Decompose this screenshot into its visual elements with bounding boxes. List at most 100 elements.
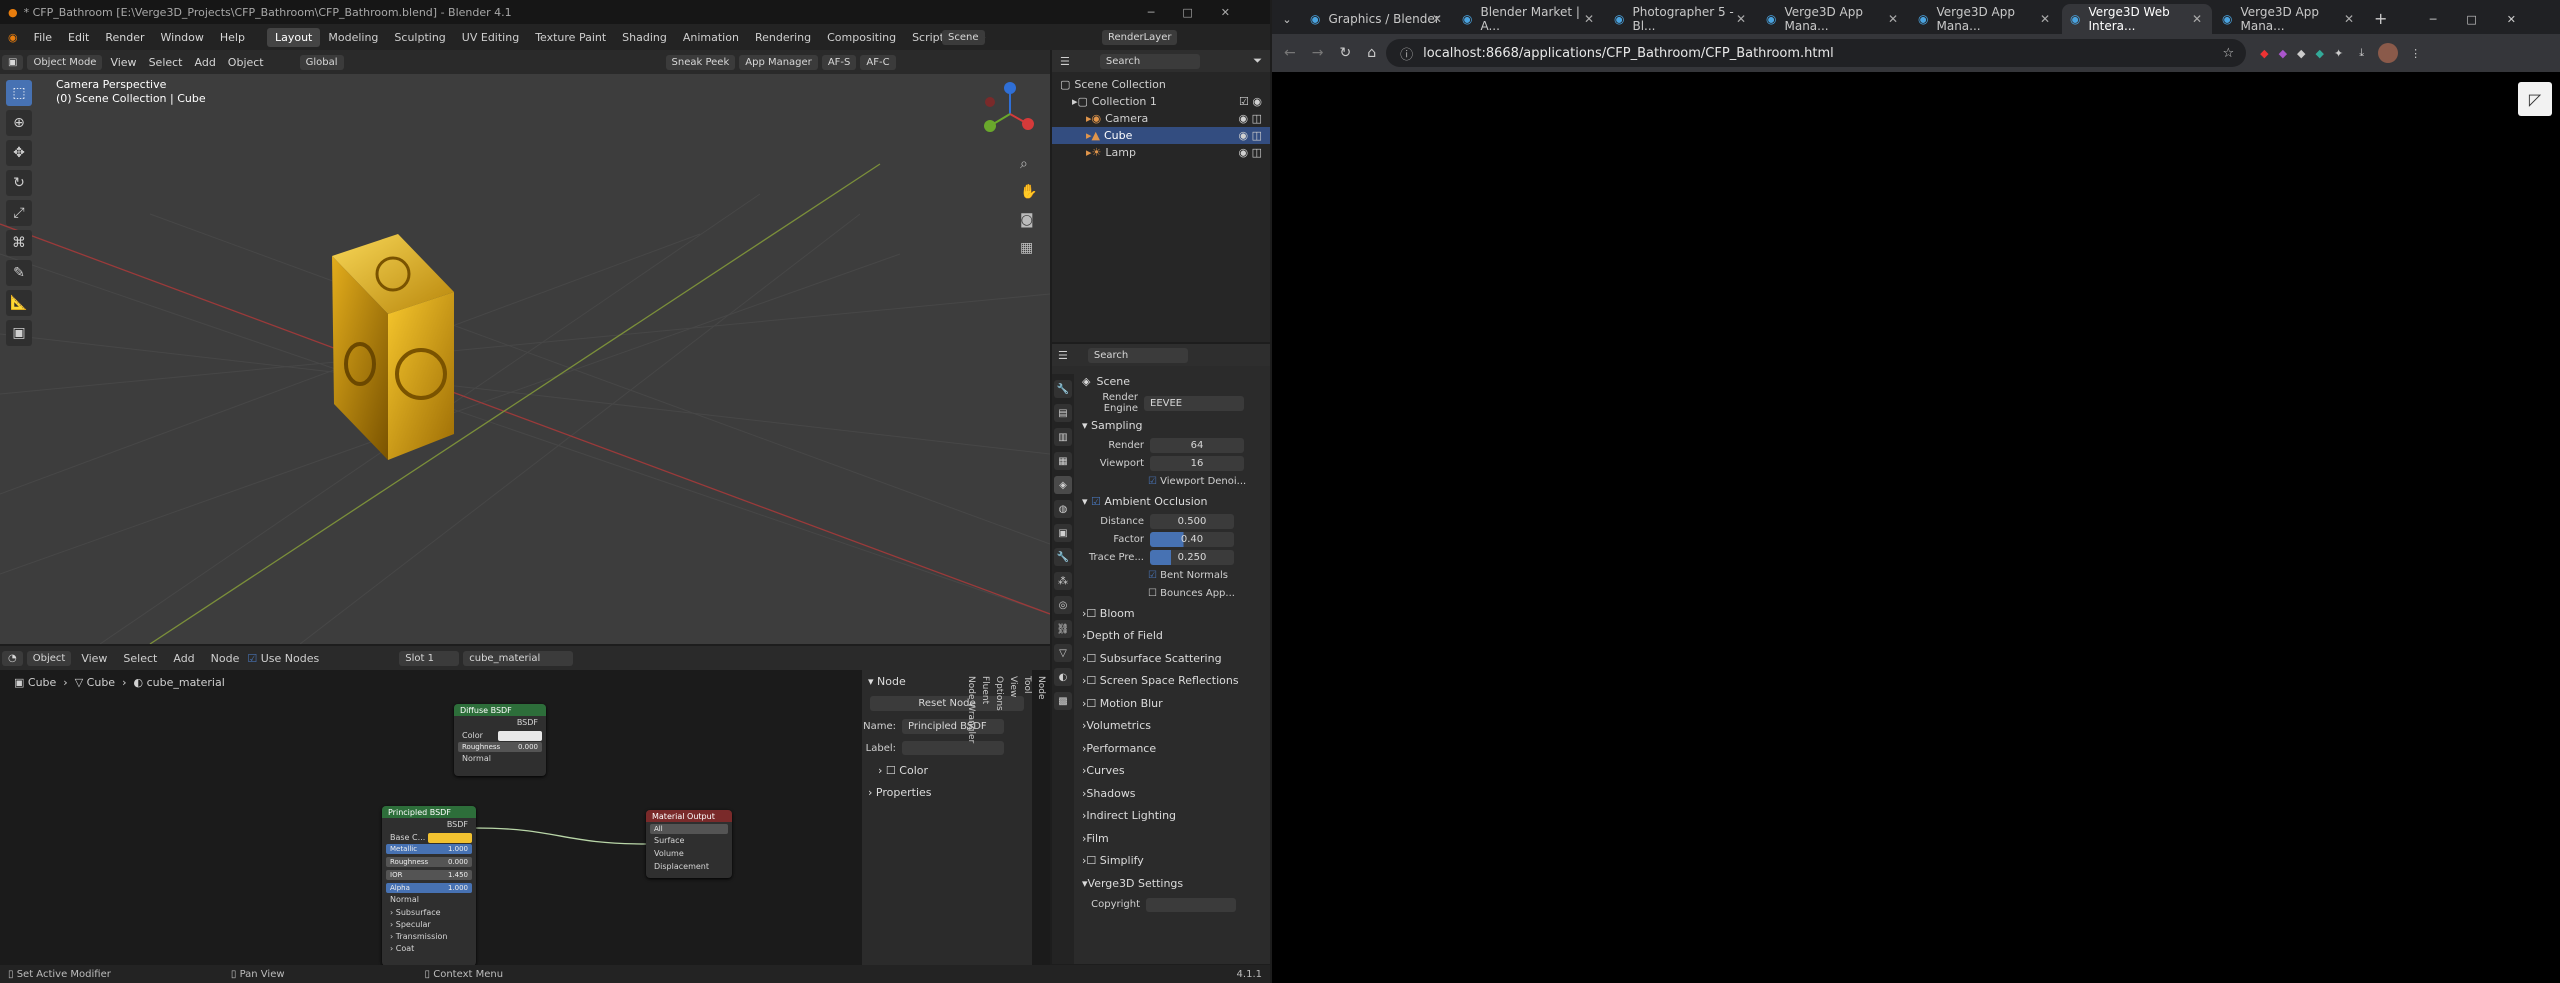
workspace-layout[interactable]: Layout bbox=[266, 27, 321, 47]
blender-menu-icon[interactable]: ◉ bbox=[0, 31, 26, 44]
subpanel-subsurface[interactable]: › Subsurface bbox=[382, 906, 476, 918]
node-properties-panel[interactable]: › Properties bbox=[862, 781, 1032, 803]
shader-editor[interactable]: ◔ Object View Select Add Node ☑ Use Node… bbox=[0, 646, 1050, 966]
scale-tool[interactable]: ⤢ bbox=[6, 200, 32, 226]
render-engine-dropdown[interactable]: EEVEE bbox=[1144, 395, 1244, 411]
subpanel-specular[interactable]: › Specular bbox=[382, 918, 476, 930]
3d-viewport[interactable]: Camera Perspective (0) Scene Collection … bbox=[0, 74, 1050, 644]
panel-volumetrics[interactable]: › Volumetrics bbox=[1076, 715, 1270, 738]
scene-selector[interactable]: Scene bbox=[942, 29, 985, 45]
visibility-icon[interactable]: ◉ ◫ bbox=[1239, 146, 1263, 159]
panel-indirect-lighting[interactable]: › Indirect Lighting bbox=[1076, 805, 1270, 828]
material-tab-icon[interactable]: ◐ bbox=[1054, 668, 1072, 686]
add-cube-tool[interactable]: ▣ bbox=[6, 320, 32, 346]
bookmark-star-icon[interactable]: ☆ bbox=[2222, 46, 2234, 61]
tab-close-icon[interactable]: ✕ bbox=[1888, 12, 1898, 26]
editor-type-icon[interactable]: ▣ bbox=[2, 54, 24, 70]
constraints-tab-icon[interactable]: ⛓ bbox=[1054, 620, 1072, 638]
menu-render[interactable]: Render bbox=[97, 31, 152, 44]
texture-tab-icon[interactable]: ▩ bbox=[1054, 692, 1072, 710]
side-tab-tool[interactable]: Tool bbox=[1020, 676, 1034, 729]
object-tab-icon[interactable]: ▣ bbox=[1054, 524, 1072, 542]
modifier-tab-icon[interactable]: 🔧 bbox=[1054, 548, 1072, 566]
measure-tool[interactable]: 📐 bbox=[6, 290, 32, 316]
panel-curves[interactable]: › Curves bbox=[1076, 760, 1270, 783]
workspace-rendering[interactable]: Rendering bbox=[747, 28, 819, 47]
tab-search-icon[interactable]: ⌄ bbox=[1272, 4, 1302, 34]
subpanel-transmission[interactable]: › Transmission bbox=[382, 930, 476, 942]
diffuse-bsdf-node[interactable]: Diffuse BSDF BSDF Color Roughness 0.000 N… bbox=[454, 704, 546, 776]
tab-close-icon[interactable]: ✕ bbox=[1432, 12, 1442, 26]
web-page-canvas[interactable]: ◸ bbox=[1272, 72, 2560, 983]
browser-tab[interactable]: ◉ Graphics / Blender ✕ bbox=[1302, 4, 1452, 34]
side-tab-node[interactable]: Node bbox=[1034, 676, 1048, 729]
ortho-toggle-icon[interactable]: ▦ bbox=[1020, 234, 1037, 262]
props-search[interactable]: Search bbox=[1087, 347, 1188, 363]
cursor-tool[interactable]: ⊕ bbox=[6, 110, 32, 136]
copyright-field[interactable] bbox=[1146, 897, 1236, 912]
vp-menu-add[interactable]: Add bbox=[189, 56, 222, 69]
alpha-field[interactable]: Alpha 1.000 bbox=[386, 883, 472, 893]
vp-menu-object[interactable]: Object bbox=[222, 56, 270, 69]
workspace-shading[interactable]: Shading bbox=[614, 28, 675, 47]
transform-tool[interactable]: ⌘ bbox=[6, 230, 32, 256]
download-icon[interactable]: ⤓ bbox=[2359, 46, 2364, 60]
workspace-sculpting[interactable]: Sculpting bbox=[386, 28, 453, 47]
checkbox-icon[interactable]: ☐ bbox=[1086, 697, 1096, 710]
tab-close-icon[interactable]: ✕ bbox=[2344, 12, 2354, 26]
panel-bloom[interactable]: › ☐ Bloom bbox=[1076, 602, 1270, 625]
workspace-compositing[interactable]: Compositing bbox=[819, 28, 904, 47]
side-tab-view[interactable]: View bbox=[1006, 676, 1020, 729]
side-tab-fluent[interactable]: Fluent bbox=[978, 676, 992, 729]
subpanel-coat[interactable]: › Coat bbox=[382, 942, 476, 954]
metallic-field[interactable]: Metallic 1.000 bbox=[386, 844, 472, 854]
chrome-menu-icon[interactable]: ⋮ bbox=[2410, 47, 2421, 60]
site-info-icon[interactable]: ⓘ bbox=[1400, 44, 1413, 63]
render-samples-field[interactable]: 64 bbox=[1150, 437, 1244, 453]
vp-menu-view[interactable]: View bbox=[104, 56, 142, 69]
camera-view-icon[interactable]: ◙ bbox=[1020, 206, 1037, 234]
new-tab-icon[interactable]: + bbox=[2374, 9, 2387, 28]
panel-motion-blur[interactable]: › ☐ Motion Blur bbox=[1076, 692, 1270, 715]
panel-ao[interactable]: ▾ ☑ Ambient Occlusion bbox=[1076, 490, 1270, 512]
back-icon[interactable]: ← bbox=[1284, 45, 1296, 61]
visibility-icon[interactable]: ◉ ◫ bbox=[1239, 129, 1263, 142]
checkbox-icon[interactable]: ☐ bbox=[1148, 588, 1157, 599]
rotate-tool[interactable]: ↻ bbox=[6, 170, 32, 196]
ao-distance-field[interactable]: 0.500 bbox=[1150, 513, 1234, 529]
browser-tab[interactable]: ◉ Verge3D App Mana... ✕ bbox=[2214, 4, 2364, 34]
outliner-row[interactable]: ▸☀ Lamp ◉ ◫ bbox=[1052, 144, 1270, 161]
tab-close-icon[interactable]: ✕ bbox=[1736, 12, 1746, 26]
viewlayer-tab-icon[interactable]: ▦ bbox=[1054, 452, 1072, 470]
outliner-type-icon[interactable]: ☰ bbox=[1060, 55, 1070, 68]
panel-depth-of-field[interactable]: › Depth of Field bbox=[1076, 625, 1270, 648]
viewport-samples-field[interactable]: 16 bbox=[1150, 455, 1244, 471]
scene-tab-icon[interactable]: ◈ bbox=[1054, 476, 1072, 494]
roughness-field[interactable]: Roughness 0.000 bbox=[386, 857, 472, 867]
tab-close-icon[interactable]: ✕ bbox=[2192, 12, 2202, 26]
workspace-uv[interactable]: UV Editing bbox=[454, 28, 527, 47]
outliner-row[interactable]: ▸◉ Camera ◉ ◫ bbox=[1052, 110, 1270, 127]
tab-close-icon[interactable]: ✕ bbox=[1584, 12, 1594, 26]
checkbox-icon[interactable]: ☐ bbox=[1086, 854, 1096, 867]
outliner-row[interactable]: ▢ Scene Collection bbox=[1052, 76, 1270, 93]
extension-icon[interactable]: ◆ bbox=[2316, 47, 2324, 60]
visibility-icon[interactable]: ◉ ◫ bbox=[1239, 112, 1263, 125]
outliner-search[interactable]: Search bbox=[1099, 53, 1200, 69]
checkbox-icon[interactable]: ☐ bbox=[1086, 607, 1096, 620]
filter-icon[interactable]: ⏷ bbox=[1253, 54, 1262, 68]
principled-bsdf-node[interactable]: Principled BSDF BSDF Base C... Metallic 1… bbox=[382, 806, 476, 966]
checkbox-icon[interactable]: ☑ bbox=[1148, 476, 1157, 487]
window-controls[interactable]: ─□✕ bbox=[2430, 13, 2546, 26]
checkbox-icon[interactable]: ☐ bbox=[1086, 652, 1096, 665]
checkbox-icon[interactable]: ☑ ◉ bbox=[1239, 95, 1262, 108]
ao-factor-field[interactable]: 0.40 bbox=[1150, 531, 1234, 547]
zoom-icon[interactable]: ⌕ bbox=[1020, 150, 1037, 178]
color-swatch[interactable] bbox=[498, 730, 542, 741]
menu-help[interactable]: Help bbox=[212, 31, 253, 44]
material-output-node[interactable]: Material Output All Surface Volume Displ… bbox=[646, 810, 732, 878]
object-mode-dropdown[interactable]: Object Mode bbox=[27, 54, 103, 70]
sneak-peek-button[interactable]: Sneak Peek bbox=[665, 54, 736, 70]
props-type-icon[interactable]: ☰ bbox=[1058, 349, 1068, 362]
extension-icon[interactable]: ◆ bbox=[2279, 47, 2287, 60]
